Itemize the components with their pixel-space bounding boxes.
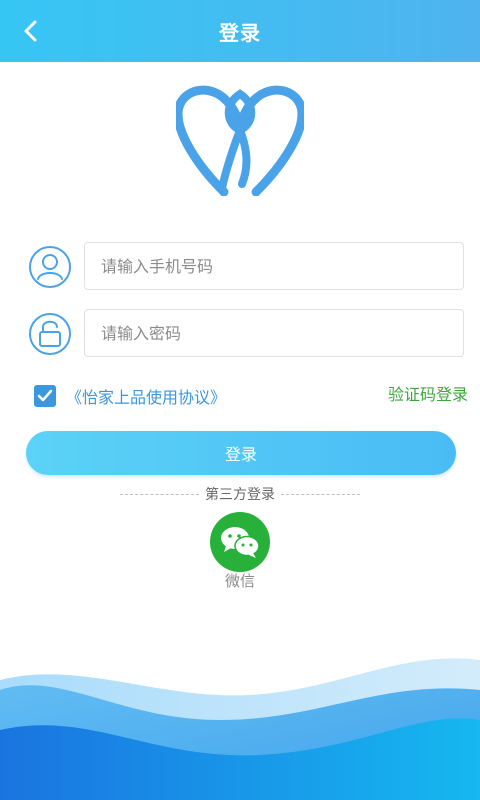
- agreement-row: 《怡家上品使用协议》: [34, 383, 226, 409]
- password-input[interactable]: [84, 309, 464, 357]
- wechat-icon: [221, 527, 260, 558]
- user-icon: [29, 246, 71, 288]
- divider-line-left: [120, 493, 199, 495]
- back-button[interactable]: [14, 14, 48, 48]
- phone-field-row: [28, 242, 468, 292]
- page-title: 登录: [219, 20, 261, 45]
- password-field-row: [28, 309, 468, 359]
- divider-line-right: [281, 493, 360, 495]
- lock-icon: [29, 313, 71, 355]
- header-bar: 登录: [0, 0, 480, 62]
- checkmark-icon: [37, 389, 53, 402]
- login-button[interactable]: 登录: [26, 431, 456, 475]
- login-page: 登录 《怡家上品使用协议》 验证码登录 登录: [0, 0, 480, 800]
- wechat-login-button[interactable]: [210, 512, 270, 572]
- wechat-label: 微信: [224, 572, 255, 590]
- heart-logo-icon: [176, 85, 304, 196]
- phone-input[interactable]: [84, 242, 464, 290]
- agreement-checkbox[interactable]: [34, 385, 56, 407]
- chevron-left-icon: [24, 20, 37, 42]
- third-party-divider: 第三方登录: [120, 484, 360, 504]
- sms-login-link[interactable]: 验证码登录: [388, 381, 468, 405]
- agreement-link[interactable]: 《怡家上品使用协议》: [66, 384, 226, 408]
- third-party-label: 第三方登录: [205, 487, 275, 503]
- wave-decoration: [0, 658, 480, 800]
